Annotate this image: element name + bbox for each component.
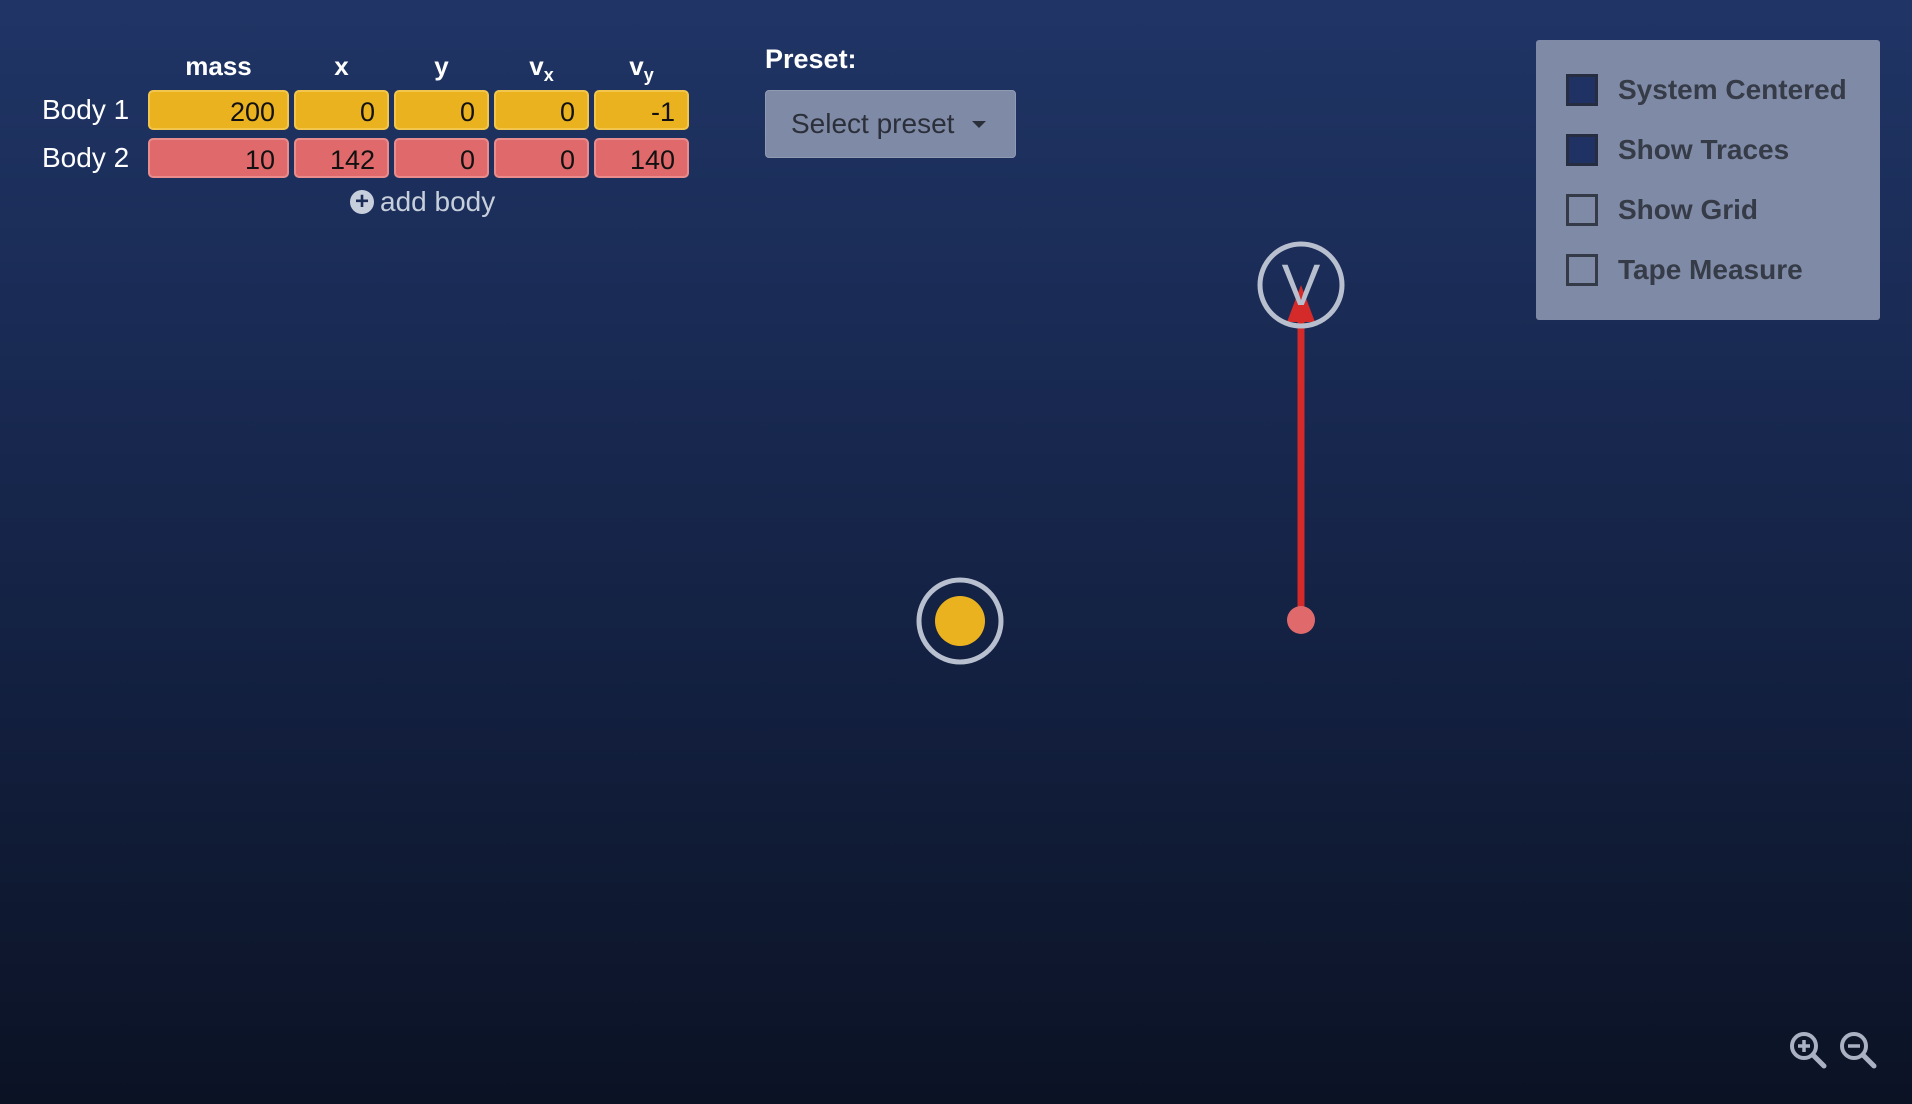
option-show-grid[interactable]: Show Grid bbox=[1566, 194, 1758, 226]
option-tape-measure[interactable]: Tape Measure bbox=[1566, 254, 1803, 286]
options-panel: System Centered Show Traces Show Grid Ta… bbox=[1536, 40, 1880, 320]
show-grid-label: Show Grid bbox=[1618, 194, 1758, 225]
body-table: mass x y vx vy Body 1 200 0 0 0 -1 Body … bbox=[30, 46, 694, 182]
body-1[interactable] bbox=[935, 596, 985, 646]
tape-measure-label: Tape Measure bbox=[1618, 254, 1803, 285]
body-1-mass-input[interactable]: 200 bbox=[148, 90, 289, 130]
body-1-y-input[interactable]: 0 bbox=[394, 90, 489, 130]
table-header-row: mass x y vx vy bbox=[30, 46, 694, 86]
table-row-body-2: Body 2 10 142 0 0 140 bbox=[30, 134, 694, 182]
preset-dropdown-value: Select preset bbox=[791, 108, 955, 139]
body-2[interactable] bbox=[1287, 606, 1315, 634]
body-2-vx-input[interactable]: 0 bbox=[494, 138, 589, 178]
header-y: y bbox=[434, 50, 449, 81]
header-mass: mass bbox=[185, 50, 252, 81]
body-2-label: Body 2 bbox=[42, 142, 130, 173]
show-traces-label: Show Traces bbox=[1618, 134, 1790, 165]
tape-measure-checkbox[interactable] bbox=[1566, 254, 1598, 286]
body-2-vy-input[interactable]: 140 bbox=[594, 138, 689, 178]
body-1-label: Body 1 bbox=[42, 94, 130, 125]
caret-down-icon bbox=[972, 120, 987, 128]
header-vy: vy bbox=[629, 50, 654, 85]
body-2-y-input[interactable]: 0 bbox=[394, 138, 489, 178]
add-body-button[interactable]: + add body bbox=[350, 186, 495, 218]
system-centered-checkbox[interactable] bbox=[1566, 74, 1598, 106]
preset-label: Preset: bbox=[765, 44, 857, 74]
body-1-x-input[interactable]: 0 bbox=[294, 90, 389, 130]
header-vx: vx bbox=[529, 50, 554, 85]
body-1-vy-input[interactable]: -1 bbox=[594, 90, 689, 130]
show-grid-checkbox[interactable] bbox=[1566, 194, 1598, 226]
show-traces-checkbox[interactable] bbox=[1566, 134, 1598, 166]
preset-dropdown[interactable]: Select preset bbox=[765, 90, 1016, 158]
simulation-stage[interactable]: V mass x y vx vy Body 1 200 0 0 0 -1 Bod… bbox=[0, 0, 1912, 1104]
zoom-in-icon[interactable] bbox=[1788, 1030, 1828, 1070]
body-2-mass-input[interactable]: 10 bbox=[148, 138, 289, 178]
system-centered-label: System Centered bbox=[1618, 74, 1847, 105]
option-system-centered[interactable]: System Centered bbox=[1566, 74, 1847, 106]
body-2-x-input[interactable]: 142 bbox=[294, 138, 389, 178]
plus-circle-icon: + bbox=[350, 190, 374, 214]
table-row-body-1: Body 1 200 0 0 0 -1 bbox=[30, 86, 694, 134]
velocity-handle-label: V bbox=[1282, 253, 1321, 318]
zoom-out-icon[interactable] bbox=[1838, 1030, 1878, 1070]
add-body-label: add body bbox=[380, 186, 496, 217]
option-show-traces[interactable]: Show Traces bbox=[1566, 134, 1789, 166]
body-1-vx-input[interactable]: 0 bbox=[494, 90, 589, 130]
header-x: x bbox=[334, 50, 349, 81]
